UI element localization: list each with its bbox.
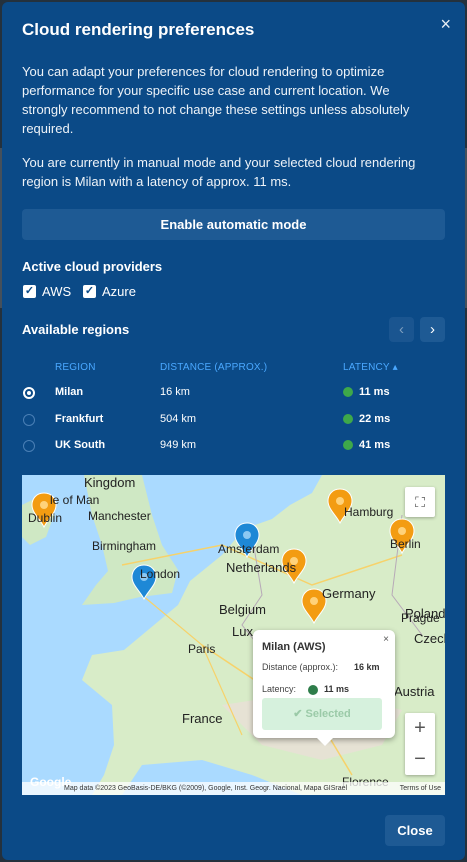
checkbox-check-icon: ✓ [23, 285, 36, 298]
attribution-text: Map data ©2023 GeoBasis-DE/BKG (©2009), … [64, 785, 348, 792]
region-radio[interactable] [23, 414, 35, 426]
region-name: Milan [55, 386, 84, 398]
map-attribution: Map data ©2023 GeoBasis-DE/BKG (©2009), … [22, 782, 445, 795]
region-latency: 11 ms [359, 386, 390, 398]
close-icon[interactable]: × [440, 14, 451, 35]
close-button[interactable]: Close [385, 815, 445, 846]
map-label: Kingdom [84, 475, 136, 490]
region-popup: Milan (AWS) × Distance (approx.): 16 km … [253, 630, 395, 746]
map-label: Dublin [28, 511, 63, 525]
region-row-uk-south[interactable]: UK South 949 km 41 ms [2, 435, 465, 461]
region-latency: 41 ms [359, 439, 391, 451]
region-distance: 504 km [160, 413, 197, 425]
checkbox-check-icon: ✓ [83, 285, 96, 298]
provider-label: Azure [102, 284, 136, 299]
selected-button[interactable]: ✔ Selected [262, 698, 382, 730]
region-name: Frankfurt [55, 413, 104, 425]
latency-status-icon [343, 414, 353, 424]
provider-aws-checkbox[interactable]: ✓ AWS [23, 284, 71, 299]
cloud-preferences-dialog: Cloud rendering preferences × You can ad… [2, 2, 465, 860]
terms-link[interactable]: Terms of Use [400, 782, 441, 795]
map-label: Germany [322, 586, 376, 601]
popup-distance-label: Distance (approx.): [262, 662, 339, 672]
map-label: Paris [188, 642, 216, 656]
regions-map[interactable]: Kingdom le of Man Dublin Manchester Birm… [22, 475, 445, 795]
region-radio[interactable] [23, 440, 35, 452]
region-latency: 22 ms [359, 413, 391, 425]
status-text: You are currently in manual mode and you… [22, 155, 416, 189]
next-page-button[interactable]: › [420, 317, 445, 342]
map-label: le of Man [50, 493, 100, 507]
regions-heading: Available regions [22, 322, 130, 337]
provider-azure-checkbox[interactable]: ✓ Azure [83, 284, 136, 299]
map-label: Amsterdam [218, 542, 280, 556]
map-label: Hamburg [344, 505, 394, 519]
latency-status-icon [343, 387, 353, 397]
latency-status-icon [308, 685, 318, 695]
map-label: Belgium [219, 602, 266, 617]
latency-status-icon [343, 440, 353, 450]
zoom-control: + − [405, 713, 435, 775]
region-distance: 16 km [160, 386, 190, 398]
map-label: Birmingham [92, 539, 157, 553]
provider-label: AWS [42, 284, 72, 299]
popup-latency-label: Latency: [262, 684, 297, 694]
column-header-latency[interactable]: LATENCY ▴ [343, 362, 398, 373]
map-label: Czech [414, 631, 445, 646]
map-label: France [182, 711, 223, 726]
map-label: Berlin [390, 537, 421, 551]
zoom-out-button[interactable]: − [405, 744, 435, 775]
column-header-region[interactable]: REGION [55, 362, 96, 373]
column-header-distance[interactable]: DISTANCE (APPROX.) [160, 362, 267, 373]
previous-page-button[interactable]: ‹ [389, 317, 414, 342]
providers-heading: Active cloud providers [22, 259, 163, 274]
popup-title: Milan (AWS) [262, 641, 326, 653]
region-row-milan[interactable]: Milan 16 km 11 ms [2, 382, 465, 408]
map-label: Manchester [88, 509, 151, 523]
map-label: Prague [401, 611, 440, 625]
zoom-in-button[interactable]: + [405, 713, 435, 744]
popup-distance-value: 16 km [354, 662, 380, 672]
map-label: Lux [232, 624, 253, 639]
map-label: Austria [394, 684, 435, 699]
popup-latency-value: 11 ms [324, 684, 350, 694]
fullscreen-button[interactable]: ⛶ [405, 487, 435, 517]
map-label: Netherlands [226, 560, 297, 575]
enable-automatic-mode-button[interactable]: Enable automatic mode [22, 209, 445, 240]
region-distance: 949 km [160, 439, 197, 451]
map-label: London [140, 567, 181, 581]
dialog-title: Cloud rendering preferences [22, 20, 255, 39]
region-radio[interactable] [23, 387, 35, 399]
region-name: UK South [55, 439, 106, 451]
intro-text: You can adapt your preferences for cloud… [22, 64, 410, 136]
region-row-frankfurt[interactable]: Frankfurt 504 km 22 ms [2, 409, 465, 435]
popup-close-icon[interactable]: × [383, 634, 389, 645]
